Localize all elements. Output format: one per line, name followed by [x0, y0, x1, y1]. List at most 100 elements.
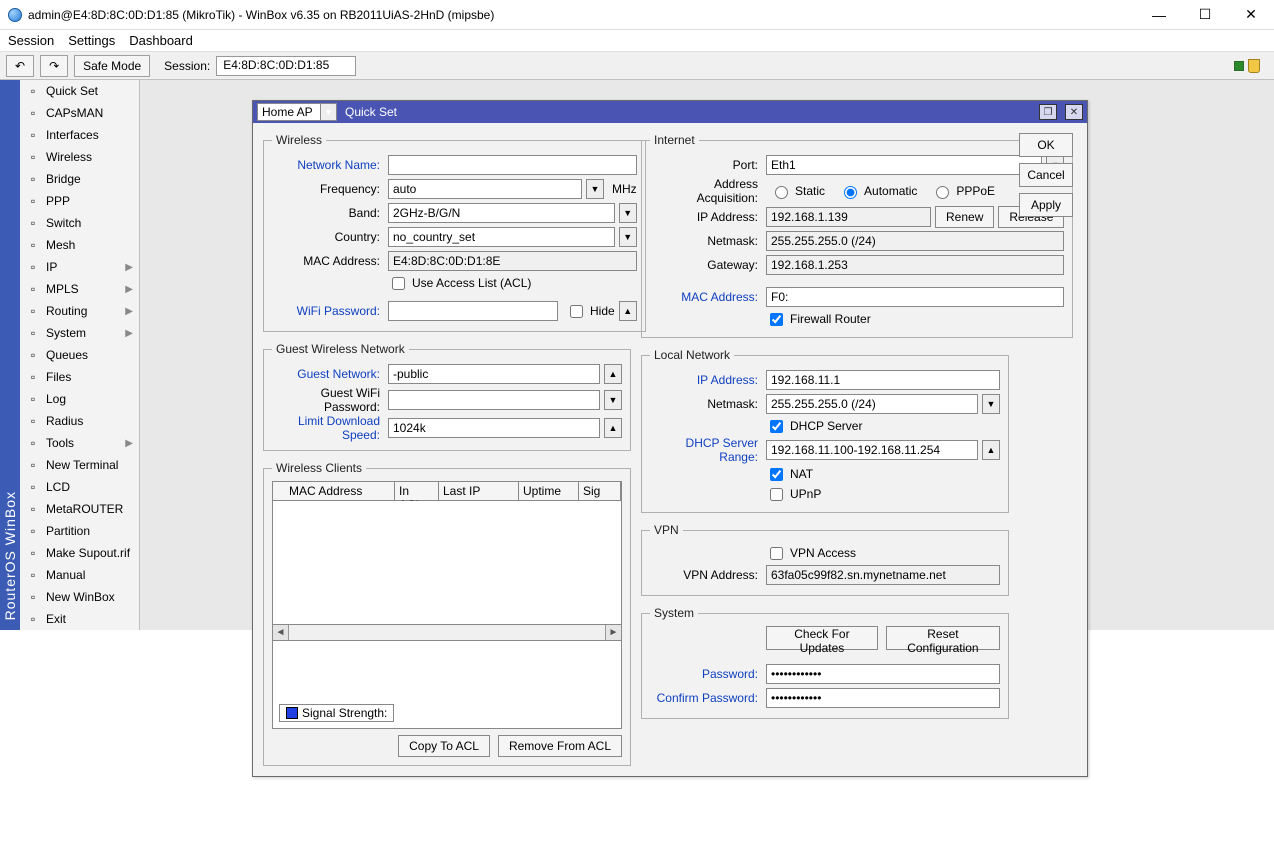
local-netmask-dropdown-icon[interactable]: ▼	[982, 394, 1000, 414]
sidebar-item-system[interactable]: ▫System▶	[20, 322, 139, 344]
sidebar-item-tools[interactable]: ▫Tools▶	[20, 432, 139, 454]
menu-dashboard[interactable]: Dashboard	[129, 33, 193, 48]
menu-item-icon: ▫	[26, 172, 40, 186]
quickset-mode-dropdown-icon[interactable]: ▼	[321, 103, 337, 121]
sidebar-item-log[interactable]: ▫Log	[20, 388, 139, 410]
safe-mode-button[interactable]: Safe Mode	[74, 55, 150, 77]
sidebar-item-label: System	[46, 326, 86, 340]
acq-auto-radio[interactable]	[844, 186, 857, 199]
dhcp-range-spin-icon[interactable]: ▲	[982, 440, 1000, 460]
sidebar-item-partition[interactable]: ▫Partition	[20, 520, 139, 542]
col-signal[interactable]: Sig	[579, 482, 621, 500]
acq-pppoe-radio[interactable]	[936, 186, 949, 199]
sidebar-item-new-winbox[interactable]: ▫New WinBox	[20, 586, 139, 608]
clients-hscrollbar[interactable]: ◄ ►	[272, 625, 622, 641]
frequency-label: Frequency:	[272, 182, 384, 196]
wifi-password-input[interactable]	[388, 301, 558, 321]
vpn-address-label: VPN Address:	[650, 568, 762, 582]
redo-button[interactable]: ↷	[40, 55, 68, 77]
col-uptime[interactable]: Uptime	[519, 482, 579, 500]
band-dropdown-icon[interactable]: ▼	[619, 203, 637, 223]
reset-config-button[interactable]: Reset Configuration	[886, 626, 1000, 650]
network-name-input[interactable]	[388, 155, 637, 175]
acq-static-radio[interactable]	[775, 186, 788, 199]
hide-password-checkbox[interactable]	[570, 305, 583, 318]
menu-session[interactable]: Session	[8, 33, 54, 48]
menu-item-icon: ▫	[26, 216, 40, 230]
sidebar-item-radius[interactable]: ▫Radius	[20, 410, 139, 432]
copy-to-acl-button[interactable]: Copy To ACL	[398, 735, 490, 757]
close-button[interactable]: ✕	[1228, 0, 1274, 30]
sidebar-item-label: Switch	[46, 216, 81, 230]
sidebar-item-label: MPLS	[46, 282, 79, 296]
window-restore-button[interactable]: ❐	[1039, 104, 1057, 120]
sidebar-item-wireless[interactable]: ▫Wireless	[20, 146, 139, 168]
scroll-right-icon[interactable]: ►	[605, 625, 621, 640]
frequency-input[interactable]	[388, 179, 582, 199]
sidebar-item-switch[interactable]: ▫ Switch	[20, 212, 139, 234]
sidebar-item-metarouter[interactable]: ▫MetaROUTER	[20, 498, 139, 520]
limit-download-input[interactable]	[388, 418, 600, 438]
sidebar-item-lcd[interactable]: ▫LCD	[20, 476, 139, 498]
country-input[interactable]	[388, 227, 615, 247]
guest-network-input[interactable]	[388, 364, 600, 384]
col-mac[interactable]: MAC Address	[285, 482, 395, 500]
scroll-left-icon[interactable]: ◄	[273, 625, 289, 640]
sidebar-item-files[interactable]: ▫Files	[20, 366, 139, 388]
confirm-password-input[interactable]	[766, 688, 1000, 708]
band-input[interactable]	[388, 203, 615, 223]
ok-button[interactable]: OK	[1019, 133, 1073, 157]
window-close-button[interactable]: ✕	[1065, 104, 1083, 120]
sidebar-item-exit[interactable]: ▫Exit	[20, 608, 139, 630]
dhcp-server-checkbox[interactable]	[770, 420, 783, 433]
sidebar-item-quick-set[interactable]: ▫Quick Set	[20, 80, 139, 102]
country-dropdown-icon[interactable]: ▼	[619, 227, 637, 247]
nat-checkbox[interactable]	[770, 468, 783, 481]
frequency-unit: MHz	[612, 182, 637, 196]
guest-wifi-password-spin-icon[interactable]: ▼	[604, 390, 622, 410]
password-input[interactable]	[766, 664, 1000, 684]
wifi-password-spin-icon[interactable]: ▲	[619, 301, 637, 321]
sidebar-item-bridge[interactable]: ▫Bridge	[20, 168, 139, 190]
port-input[interactable]	[766, 155, 1042, 175]
undo-button[interactable]: ↶	[6, 55, 34, 77]
menu-settings[interactable]: Settings	[68, 33, 115, 48]
guest-network-spin-icon[interactable]: ▲	[604, 364, 622, 384]
sidebar-item-queues[interactable]: ▫Queues	[20, 344, 139, 366]
upnp-checkbox[interactable]	[770, 488, 783, 501]
use-acl-checkbox[interactable]	[392, 277, 405, 290]
sidebar-item-interfaces[interactable]: ▫Interfaces	[20, 124, 139, 146]
menu-item-icon: ▫	[26, 304, 40, 318]
check-updates-button[interactable]: Check For Updates	[766, 626, 878, 650]
col-acl[interactable]: In ACL	[395, 482, 439, 500]
sidebar-item-mesh[interactable]: ▫Mesh	[20, 234, 139, 256]
clients-body[interactable]	[272, 501, 622, 625]
maximize-button[interactable]: ☐	[1182, 0, 1228, 30]
wifi-password-label: WiFi Password:	[272, 304, 384, 318]
mdi-canvas: ▼ Quick Set ❐ ✕ Wireless Network Name:	[140, 80, 1274, 630]
apply-button[interactable]: Apply	[1019, 193, 1073, 217]
menu-item-icon: ▫	[26, 590, 40, 604]
renew-button[interactable]: Renew	[935, 206, 994, 228]
sidebar-item-ip[interactable]: ▫IP▶	[20, 256, 139, 278]
minimize-button[interactable]: —	[1136, 0, 1182, 30]
limit-download-spin-icon[interactable]: ▲	[604, 418, 622, 438]
quickset-mode-combo[interactable]	[257, 103, 321, 121]
sidebar-item-new-terminal[interactable]: ▫New Terminal	[20, 454, 139, 476]
sidebar-item-make-supout-rif[interactable]: ▫Make Supout.rif	[20, 542, 139, 564]
sidebar-item-capsman[interactable]: ▫CAPsMAN	[20, 102, 139, 124]
sidebar-item-manual[interactable]: ▫Manual	[20, 564, 139, 586]
sidebar-item-routing[interactable]: ▫Routing▶	[20, 300, 139, 322]
frequency-dropdown-icon[interactable]: ▼	[586, 179, 604, 199]
sidebar-item-ppp[interactable]: ▫PPP	[20, 190, 139, 212]
guest-wifi-password-input[interactable]	[388, 390, 600, 410]
dhcp-range-input[interactable]	[766, 440, 978, 460]
vpn-access-checkbox[interactable]	[770, 547, 783, 560]
local-netmask-input[interactable]	[766, 394, 978, 414]
sidebar-item-mpls[interactable]: ▫MPLS▶	[20, 278, 139, 300]
cancel-button[interactable]: Cancel	[1019, 163, 1073, 187]
col-lastip[interactable]: Last IP	[439, 482, 519, 500]
remove-from-acl-button[interactable]: Remove From ACL	[498, 735, 622, 757]
local-ip-input[interactable]	[766, 370, 1000, 390]
firewall-router-checkbox[interactable]	[770, 313, 783, 326]
